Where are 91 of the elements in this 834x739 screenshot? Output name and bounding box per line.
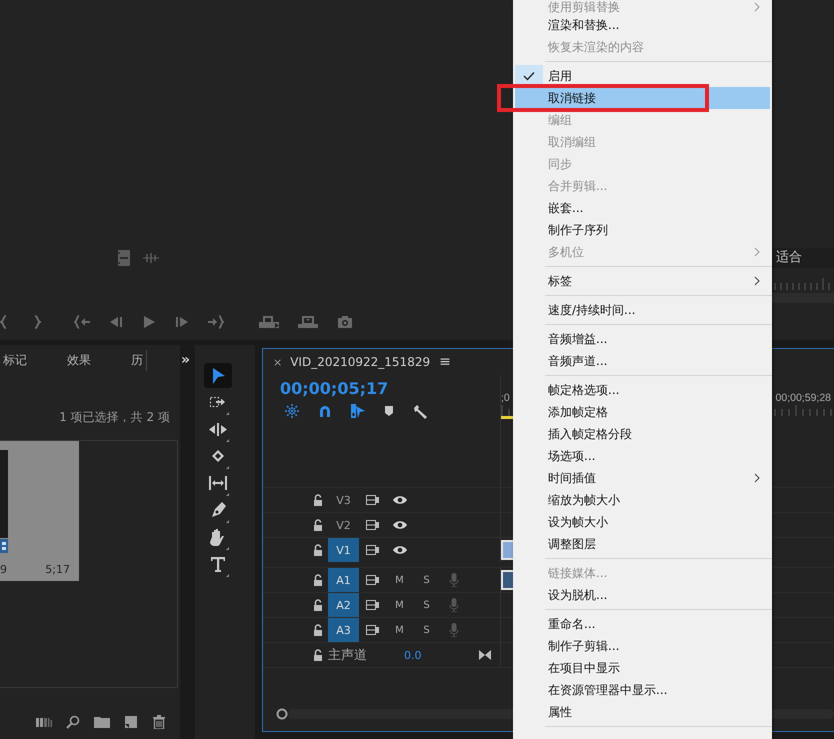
scroll-handle-icon[interactable]	[276, 708, 288, 720]
mute-button[interactable]: M	[386, 618, 413, 642]
go-to-in-icon[interactable]	[74, 314, 90, 330]
sync-lock-icon[interactable]	[366, 625, 380, 635]
menu-item[interactable]: 渲染和替换...	[515, 14, 770, 36]
insert-icon[interactable]	[259, 314, 279, 330]
menu-item[interactable]: 设为脱机...	[515, 584, 770, 606]
search-icon[interactable]	[66, 715, 80, 729]
magnet-icon[interactable]	[318, 404, 332, 418]
solo-button[interactable]: S	[413, 593, 440, 617]
mark-in-icon[interactable]	[0, 314, 8, 330]
lock-icon[interactable]	[313, 519, 323, 531]
mute-button[interactable]: M	[386, 593, 413, 617]
menu-item[interactable]: 属性	[515, 701, 770, 723]
go-to-out-icon[interactable]	[208, 314, 224, 330]
camera-icon[interactable]	[337, 314, 353, 330]
trash-icon[interactable]	[152, 715, 166, 729]
volume-value[interactable]: 0.0	[404, 648, 422, 662]
panel-tab[interactable]: 效果	[64, 350, 94, 370]
menu-item[interactable]: 调整图层	[515, 533, 770, 555]
track-target[interactable]: A2	[328, 593, 359, 617]
solo-button[interactable]: S	[413, 568, 440, 592]
menu-item[interactable]: 标签	[515, 270, 770, 292]
menu-item[interactable]: 在资源管理器中显示...	[515, 679, 770, 701]
panel-menu-button[interactable]: ≡	[439, 354, 451, 370]
menu-item[interactable]: 嵌套...	[515, 197, 770, 219]
menu-item[interactable]: 在项目中显示	[515, 657, 770, 679]
clip-duration: 5;17	[45, 563, 70, 576]
track-target[interactable]: A3	[328, 618, 359, 642]
close-button[interactable]: ×	[273, 356, 282, 368]
folder-icon[interactable]	[94, 716, 110, 728]
track-target[interactable]: V3	[328, 488, 359, 512]
bars-icon[interactable]	[36, 716, 52, 728]
solo-button[interactable]: S	[413, 618, 440, 642]
clip-card[interactable]: 9 5;17	[0, 441, 79, 581]
zoom-dropdown[interactable]: 适合	[772, 248, 834, 268]
menu-item[interactable]: 帧定格选项...	[515, 379, 770, 401]
menu-item[interactable]: 时间插值	[515, 467, 770, 489]
sync-lock-icon[interactable]	[366, 495, 380, 505]
step-forward-icon[interactable]	[175, 314, 189, 330]
clip-badge-icon	[0, 538, 8, 554]
step-back-icon[interactable]	[109, 314, 123, 330]
play-icon[interactable]	[142, 314, 156, 330]
eye-icon[interactable]	[392, 545, 408, 555]
menu-item[interactable]: 重命名...	[515, 613, 770, 635]
more-tabs-button[interactable]: »	[181, 352, 190, 368]
menu-item[interactable]: 制作子剪辑...	[515, 635, 770, 657]
sync-lock-icon[interactable]	[366, 600, 380, 610]
sequence-tab-title[interactable]: VID_20210922_151829	[290, 355, 430, 369]
timecode[interactable]: 00;00;05;17	[263, 379, 500, 399]
sync-lock-icon[interactable]	[366, 520, 380, 530]
bowtie-icon[interactable]	[479, 650, 491, 660]
lock-icon[interactable]	[313, 544, 323, 556]
lock-icon[interactable]	[313, 494, 323, 506]
sync-lock-icon[interactable]	[366, 575, 380, 585]
ruler-time: 00;00;59;28	[776, 391, 831, 405]
new-item-icon[interactable]	[124, 715, 138, 729]
menu-item[interactable]: 取消链接	[515, 87, 770, 109]
ruler-time: ;0	[501, 391, 510, 405]
menu-item[interactable]: 插入帧定格分段	[515, 423, 770, 445]
menu-item[interactable]: 添加帧定格	[515, 401, 770, 423]
menu-item[interactable]: 缩放为帧大小	[515, 489, 770, 511]
lock-icon[interactable]	[313, 599, 323, 611]
eye-icon[interactable]	[392, 520, 408, 530]
eye-icon[interactable]	[392, 495, 408, 505]
menu-item[interactable]: 速度/持续时间...	[515, 299, 770, 321]
marker-icon[interactable]	[384, 405, 394, 417]
sync-lock-icon[interactable]	[366, 545, 380, 555]
audio-clip[interactable]	[501, 570, 514, 590]
menu-item[interactable]: 音频增益...	[515, 328, 770, 350]
lock-icon[interactable]	[313, 624, 323, 636]
selection-status: 1 项已选择，共 2 项	[58, 410, 171, 424]
overwrite-icon[interactable]	[298, 314, 318, 330]
mute-button[interactable]: M	[386, 568, 413, 592]
lock-icon[interactable]	[313, 649, 323, 661]
menu-item[interactable]: 设为帧大小	[515, 511, 770, 533]
panel-tab[interactable]: 标记	[0, 350, 30, 370]
track-target[interactable]: V2	[328, 513, 359, 537]
menu-item[interactable]: 制作子序列	[515, 219, 770, 241]
video-clip[interactable]	[501, 540, 514, 560]
panel-tab[interactable]: 历	[128, 350, 147, 370]
lock-icon[interactable]	[313, 574, 323, 586]
menu-item[interactable]: 场选项...	[515, 445, 770, 467]
clip-name: 9	[0, 563, 7, 576]
menu-item[interactable]: 音频声道...	[515, 350, 770, 372]
mark-out-icon[interactable]	[33, 314, 41, 330]
wrench-icon[interactable]	[412, 403, 428, 419]
track-name: 主声道	[328, 647, 368, 664]
menu-item[interactable]: 启用	[515, 65, 770, 87]
track-target[interactable]: V1	[328, 538, 359, 562]
track-target[interactable]: A1	[328, 568, 359, 592]
